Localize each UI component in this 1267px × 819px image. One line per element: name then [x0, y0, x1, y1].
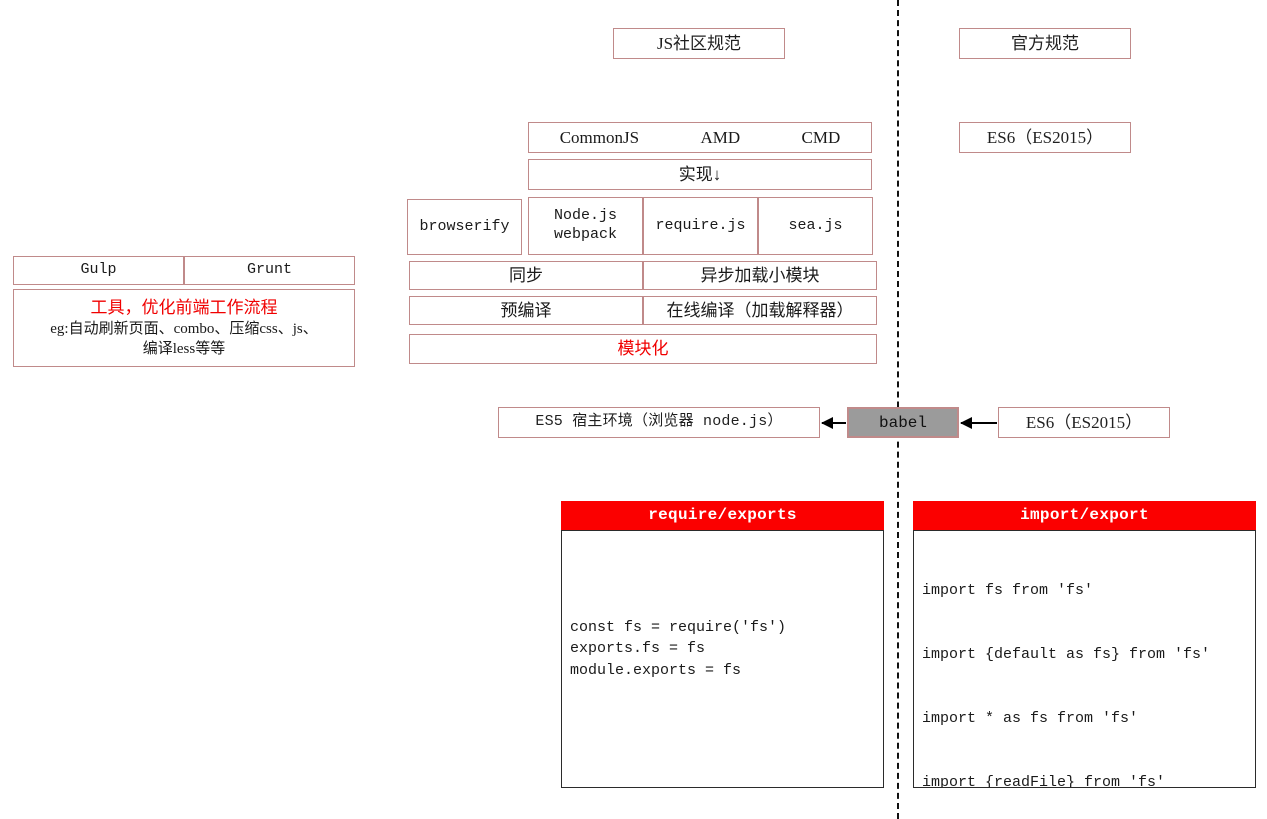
impl-node-webpack: Node.js webpack — [528, 197, 643, 255]
loading-sync: 同步 — [409, 261, 643, 290]
diagram-canvas: JS社区规范 官方规范 CommonJS AMD CMD ES6（ES2015）… — [0, 0, 1267, 819]
code-panel-require-exports: require/exports const fs = require('fs')… — [561, 501, 884, 788]
code-panel-import-export: import/export import fs from 'fs' import… — [913, 501, 1256, 788]
es6-source-box: ES6（ES2015） — [998, 407, 1170, 438]
es5-host-environment-box: ES5 宿主环境（浏览器 node.js） — [498, 407, 820, 438]
code-line: import {default as fs} from 'fs' — [922, 646, 1211, 664]
code-line: import {readFile} from 'fs' — [922, 774, 1166, 788]
tools-description-body: eg:自动刷新页面、combo、压缩css、js、 编译less等等 — [50, 320, 318, 358]
code-line: import * as fs from 'fs' — [922, 710, 1139, 728]
arrow-to-es5 — [821, 417, 846, 429]
spec-amd-label: AMD — [700, 127, 741, 147]
code-panel-require-exports-body: const fs = require('fs') exports.fs = fs… — [561, 530, 884, 788]
code-line: module.exports = fs — [570, 661, 742, 679]
impl-seajs: sea.js — [758, 197, 873, 255]
arrow-to-babel — [960, 417, 997, 429]
compile-precompile: 预编译 — [409, 296, 643, 325]
modularity-row: 模块化 — [409, 334, 877, 364]
babel-box: babel — [847, 407, 959, 438]
loading-async: 异步加载小模块 — [643, 261, 877, 290]
implements-row: 实现↓ — [528, 159, 872, 190]
code-panel-import-export-title: import/export — [913, 501, 1256, 530]
js-community-spec-heading: JS社区规范 — [613, 28, 785, 59]
code-spacer — [570, 681, 875, 781]
es6-spec-badge: ES6（ES2015） — [959, 122, 1131, 153]
code-line: const fs = require('fs') — [570, 618, 787, 636]
spec-commonjs-label: CommonJS — [559, 127, 640, 147]
impl-browserify: browserify — [407, 199, 522, 255]
code-panel-import-export-body: import fs from 'fs' import {default as f… — [913, 530, 1256, 788]
code-line: exports.fs = fs — [570, 640, 706, 658]
tools-description-headline: 工具，优化前端工作流程 — [90, 297, 278, 317]
code-panel-require-exports-title: require/exports — [561, 501, 884, 530]
spec-cmd-label: CMD — [801, 127, 841, 147]
code-spacer — [570, 537, 875, 617]
tools-description-panel: 工具，优化前端工作流程 eg:自动刷新页面、combo、压缩css、js、 编译… — [13, 289, 355, 367]
tool-gulp: Gulp — [13, 256, 184, 285]
impl-requirejs: require.js — [643, 197, 758, 255]
official-spec-heading: 官方规范 — [959, 28, 1131, 59]
compile-online: 在线编译（加载解释器） — [643, 296, 877, 325]
spec-row-container: CommonJS AMD CMD — [528, 122, 872, 153]
code-line: import fs from 'fs' — [922, 581, 1094, 599]
tool-grunt: Grunt — [184, 256, 355, 285]
